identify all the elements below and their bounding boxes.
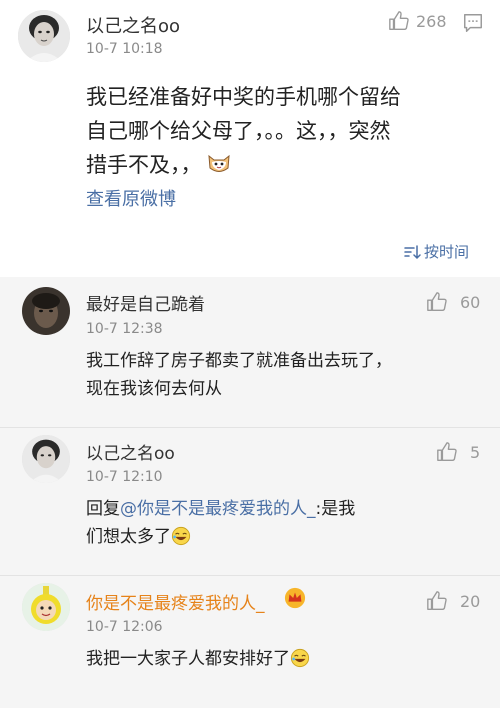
cat-emoji-icon (206, 150, 232, 186)
avatar-portrait-icon (18, 10, 70, 62)
comment-icon (464, 14, 482, 32)
reply-text: :是我 (315, 499, 356, 519)
reply-divider (0, 427, 500, 428)
post-comment-button[interactable] (462, 12, 484, 34)
post-content-line: 措手不及，， (86, 148, 486, 186)
reply-content: 我工作辞了房子都卖了就准备出去玩了， 现在我该何去何从 (86, 347, 486, 403)
reply-timestamp: 10-7 12:10 (86, 469, 163, 485)
avatar-portrait-icon (22, 287, 70, 335)
reply-prefix: 回复 (86, 499, 120, 519)
thumbs-up-icon (427, 591, 447, 610)
post-content-line: 我已经准备好中奖的手机哪个留给 (86, 85, 401, 109)
reply-avatar[interactable] (22, 435, 70, 483)
sort-by-time-button[interactable]: 按时间 (403, 241, 469, 262)
post-like-button[interactable]: 268 (388, 10, 447, 32)
teletubby-avatar-icon (22, 583, 70, 631)
view-original-link[interactable]: 查看原微博 (86, 185, 176, 211)
reply-like-button[interactable]: 20 (426, 590, 480, 612)
reply-like-count: 5 (470, 442, 481, 462)
post-content: 我已经准备好中奖的手机哪个留给 自己哪个给父母了，。。这，，突然 措手不及，， (86, 80, 486, 186)
reply-content-line: 我把一大家子人都安排好了 (86, 645, 486, 677)
reply-content-line: 们想太多了 (86, 523, 486, 555)
reply-avatar[interactable] (22, 583, 70, 631)
reply-username[interactable]: 以己之名oo (86, 439, 175, 464)
reply-like-button[interactable]: 60 (426, 291, 480, 313)
crown-badge-icon (284, 587, 306, 613)
post-like-count: 268 (416, 11, 447, 31)
reply-like-count: 60 (460, 292, 481, 312)
reply-content: 回复@你是不是最疼爱我的人_:是我 们想太多了 (86, 495, 486, 555)
reply-avatar[interactable] (22, 287, 70, 335)
reply-content: 我把一大家子人都安排好了 (86, 645, 486, 677)
avatar-portrait-icon (22, 435, 70, 483)
reply-content-line: 回复@你是不是最疼爱我的人_:是我 (86, 495, 486, 523)
thumbs-up-icon (427, 292, 447, 311)
reply-username[interactable]: 最好是自己跪着 (86, 290, 205, 315)
reply-timestamp: 10-7 12:38 (86, 321, 163, 337)
reply-divider (0, 575, 500, 576)
post-username[interactable]: 以己之名oo (86, 12, 180, 38)
main-post: 以己之名oo 10-7 10:18 268 我已经准备好中奖的手机哪个留给 自己… (0, 0, 500, 277)
reply-content-line: 现在我该何去何从 (86, 379, 222, 399)
reply-timestamp: 10-7 12:06 (86, 619, 163, 635)
reply-username[interactable]: 你是不是最疼爱我的人_ (86, 589, 265, 614)
thumbs-up-icon (437, 442, 457, 461)
post-avatar[interactable] (18, 10, 70, 62)
sort-icon (404, 244, 421, 259)
mention-link[interactable]: @你是不是最疼爱我的人_ (120, 499, 316, 519)
laughing-emoji-icon (290, 648, 310, 677)
sort-label: 按时间 (424, 243, 470, 261)
laughing-emoji-icon (171, 526, 191, 555)
reply-content-line: 我工作辞了房子都卖了就准备出去玩了， (86, 351, 392, 371)
post-timestamp: 10-7 10:18 (86, 41, 163, 57)
post-content-line: 自己哪个给父母了，。。这，，突然 (86, 119, 391, 143)
reply-like-button[interactable]: 5 (436, 441, 480, 463)
reply-like-count: 20 (460, 591, 481, 611)
thumbs-up-icon (389, 11, 409, 30)
reply-list: 最好是自己跪着 10-7 12:38 60 我工作辞了房子都卖了就准备出去玩了，… (0, 277, 500, 708)
